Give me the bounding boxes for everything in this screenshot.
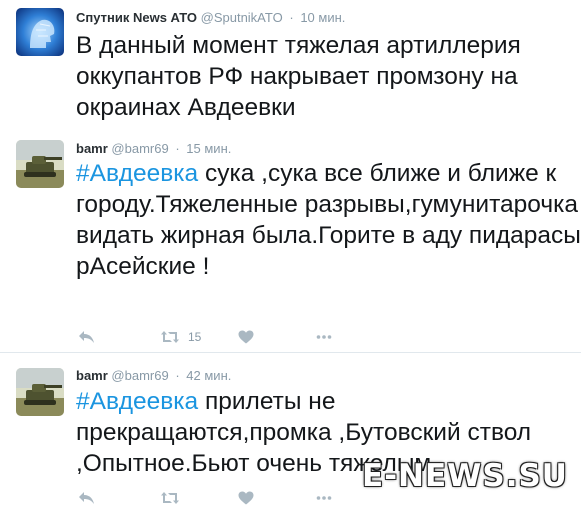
more-icon <box>316 496 332 500</box>
more-icon <box>316 335 332 339</box>
tweet-text: #Авдеевка сука ,сука все ближе и ближе к… <box>76 158 581 282</box>
like-button[interactable] <box>238 330 254 344</box>
retweet-icon <box>161 492 179 504</box>
reply-icon <box>79 492 94 504</box>
tweet-header: bamr @bamr69 · 15 мин. <box>76 141 231 157</box>
separator-dot: · <box>289 10 294 25</box>
hashtag-link[interactable]: #Авдеевка <box>76 388 198 415</box>
tweet-time[interactable]: 15 мин. <box>186 141 231 156</box>
avatar[interactable] <box>16 368 64 416</box>
separator-dot: · <box>175 141 180 156</box>
retweet-button[interactable] <box>160 491 180 505</box>
like-button[interactable] <box>238 491 254 505</box>
tweet-header: Спутник News АТО @SputnikATO · 10 мин. <box>76 10 345 26</box>
heart-icon <box>238 491 254 505</box>
more-button[interactable] <box>316 330 332 344</box>
author-name[interactable]: Спутник News АТО <box>76 10 197 25</box>
author-name[interactable]: bamr <box>76 368 108 383</box>
avatar[interactable] <box>16 8 64 56</box>
retweet-icon <box>161 331 179 343</box>
tweet-text-body: В данный момент тяжелая артиллерия оккуп… <box>76 32 528 121</box>
retweet-count: 15 <box>188 330 202 344</box>
more-button[interactable] <box>316 491 332 505</box>
author-handle[interactable]: @bamr69 <box>111 368 168 383</box>
tweet[interactable]: bamr @bamr69 · 15 мин. #Авдеевка сука ,с… <box>0 126 581 354</box>
tweet-text: В данный момент тяжелая артиллерия оккуп… <box>76 30 581 123</box>
tweet-time[interactable]: 10 мин. <box>300 10 345 25</box>
heart-icon <box>238 330 254 344</box>
hashtag-link[interactable]: #Авдеевка <box>76 160 198 187</box>
author-name[interactable]: bamr <box>76 141 108 156</box>
site-watermark: E-NEWS.SU <box>362 458 568 494</box>
separator-dot: · <box>175 368 180 383</box>
tweet-header: bamr @bamr69 · 42 мин. <box>76 368 231 384</box>
author-handle[interactable]: @bamr69 <box>111 141 168 156</box>
avatar[interactable] <box>16 140 64 188</box>
tweet-time[interactable]: 42 мин. <box>186 368 231 383</box>
retweet-button[interactable]: 15 <box>160 330 201 344</box>
author-handle[interactable]: @SputnikATO <box>201 10 283 25</box>
reply-icon <box>79 331 94 343</box>
reply-button[interactable] <box>78 491 95 505</box>
reply-button[interactable] <box>78 330 95 344</box>
